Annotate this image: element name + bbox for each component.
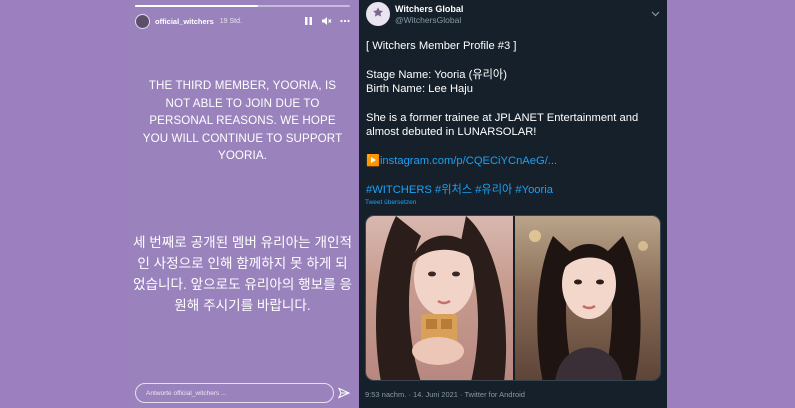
story-header: official_witchers 19 Std. <box>135 12 350 30</box>
tweet-bio-line-1: She is a former trainee at JPLANET Enter… <box>366 112 639 124</box>
tweet-birth-name-line: Birth Name: Lee Haju <box>366 83 473 95</box>
tweet-handle[interactable]: @WitchersGlobal <box>395 15 461 25</box>
chevron-down-icon[interactable] <box>651 4 660 22</box>
translate-tweet-link[interactable]: Tweet übersetzen <box>365 199 416 206</box>
story-progress-fill <box>135 5 258 7</box>
play-icon: ▶️ <box>366 155 380 167</box>
story-controls <box>304 16 350 26</box>
tweet-instagram-link[interactable]: instagram.com/p/CQECiYCnAeG/... <box>380 155 557 167</box>
avatar[interactable] <box>366 2 390 26</box>
tweet-card: Witchers Global @WitchersGlobal [ Witche… <box>359 0 667 408</box>
avatar[interactable] <box>135 13 150 29</box>
story-message-korean: 세 번째로 공개된 멤버 유리아는 개인적인 사정으로 인해 함께하지 못 하게… <box>133 235 352 313</box>
send-icon[interactable] <box>338 386 351 404</box>
story-username[interactable]: official_witchers <box>155 17 214 26</box>
tweet-title-line: [ Witchers Member Profile #3 ] <box>366 40 517 52</box>
tweet-timestamp-source[interactable]: 9:53 nachm. · 14. Juni 2021 · Twitter fo… <box>365 390 525 399</box>
story-timestamp: 19 Std. <box>219 17 242 25</box>
instagram-story: official_witchers 19 Std. THE THIRD MEMB… <box>129 0 356 408</box>
tweet-photo-left[interactable] <box>366 216 513 380</box>
pause-icon[interactable] <box>304 16 313 26</box>
tweet-stage-name-line: Stage Name: Yooria (유리아) <box>366 69 507 81</box>
tweet-photo-right[interactable] <box>515 216 660 380</box>
more-icon[interactable] <box>340 19 350 23</box>
tweet-bio-line-2: almost debuted in LUNARSOLAR! <box>366 126 537 138</box>
story-reply-placeholder: Antworte official_witchers ... <box>146 389 227 397</box>
tweet-hashtags[interactable]: #WITCHERS #위처스 #유리아 #Yooria <box>366 183 664 198</box>
tweet-display-name[interactable]: Witchers Global <box>395 4 463 14</box>
tweet-media[interactable] <box>365 215 661 381</box>
story-reply-input[interactable]: Antworte official_witchers ... <box>135 383 334 403</box>
story-progress-bar <box>135 5 350 7</box>
tweet-link-line: ▶️instagram.com/p/CQECiYCnAeG/... <box>366 154 664 169</box>
witchers-logo-icon <box>373 7 383 17</box>
mute-icon[interactable] <box>321 16 332 26</box>
story-message-english: THE THIRD MEMBER, YOORIA, IS NOT ABLE TO… <box>142 79 343 163</box>
